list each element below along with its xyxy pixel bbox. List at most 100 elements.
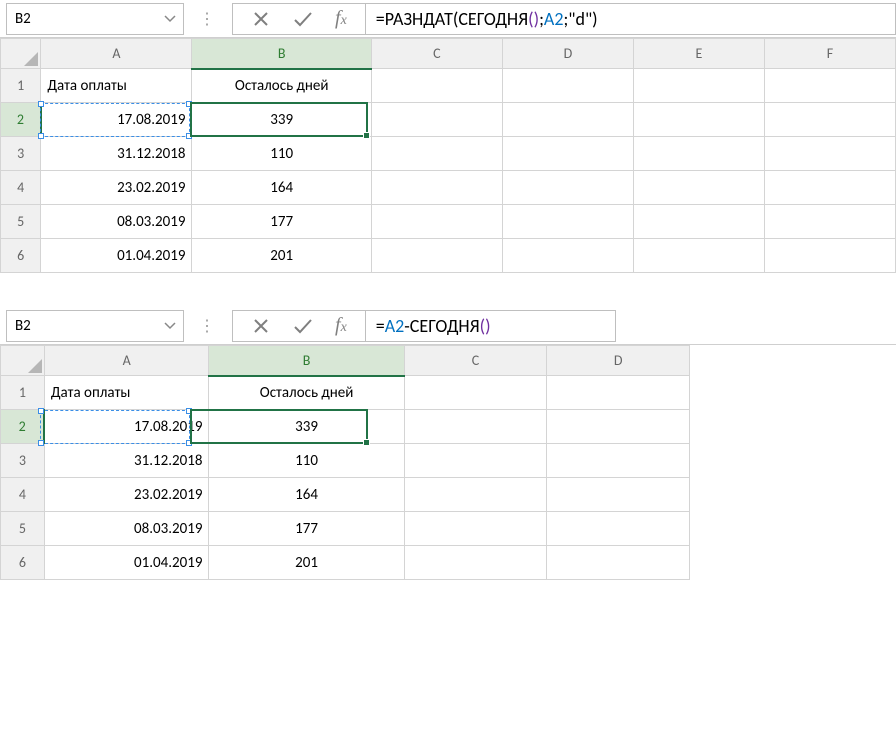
cell[interactable]: 23.02.2019 [44, 478, 209, 512]
col-header-a[interactable]: A [44, 346, 209, 376]
row-header[interactable]: 5 [1, 512, 45, 546]
cell[interactable] [547, 478, 690, 512]
cell[interactable] [404, 444, 547, 478]
cell[interactable]: Дата оплаты [41, 69, 192, 103]
name-box[interactable]: B2 [6, 310, 184, 342]
cell[interactable] [371, 239, 502, 273]
row-header[interactable]: 1 [1, 376, 45, 410]
cell[interactable] [502, 69, 633, 103]
cell[interactable]: 339 [192, 103, 371, 137]
name-box-dropdown-icon[interactable] [161, 317, 179, 335]
cell[interactable] [404, 376, 547, 410]
enter-icon[interactable] [293, 9, 313, 29]
cell[interactable]: 08.03.2019 [41, 205, 192, 239]
cell[interactable] [764, 205, 895, 239]
col-header-b[interactable]: B [209, 346, 404, 376]
col-header-e[interactable]: E [633, 39, 764, 69]
cell[interactable] [404, 512, 547, 546]
cell[interactable]: 17.08.2019 [41, 103, 192, 137]
col-header-b[interactable]: B [192, 39, 371, 69]
cell[interactable] [633, 69, 764, 103]
formula-input[interactable]: =РАЗНДАТ(СЕГОДНЯ();A2;"d") [366, 3, 896, 35]
spreadsheet-block-1: B2 ⋮ fx =РАЗНДАТ(СЕГОДНЯ();A2;"d") [0, 0, 896, 273]
cell[interactable] [502, 205, 633, 239]
cell[interactable]: 31.12.2018 [44, 444, 209, 478]
name-box[interactable]: B2 [6, 3, 184, 35]
cell[interactable]: 08.03.2019 [44, 512, 209, 546]
col-header-c[interactable]: C [404, 346, 547, 376]
cell[interactable]: 177 [209, 512, 404, 546]
cancel-icon[interactable] [251, 316, 271, 336]
table-row: 6 01.04.2019 201 [1, 239, 896, 273]
cell[interactable] [371, 103, 502, 137]
cell[interactable]: 339 [209, 410, 404, 444]
cell[interactable] [764, 239, 895, 273]
cell[interactable]: 201 [209, 546, 404, 580]
cell[interactable]: 201 [192, 239, 371, 273]
row-header[interactable]: 6 [1, 239, 41, 273]
name-box-dropdown-icon[interactable] [161, 10, 179, 28]
insert-function-icon[interactable]: fx [335, 7, 347, 30]
row-header[interactable]: 6 [1, 546, 45, 580]
cell[interactable] [502, 171, 633, 205]
cell[interactable] [404, 410, 547, 444]
cell[interactable] [633, 239, 764, 273]
cell[interactable]: 110 [192, 137, 371, 171]
cell[interactable]: 17.08.2019 [44, 410, 209, 444]
cell[interactable] [371, 171, 502, 205]
cell[interactable]: Осталось дней [192, 69, 371, 103]
cell[interactable]: 01.04.2019 [44, 546, 209, 580]
cell[interactable] [764, 137, 895, 171]
row-header[interactable]: 2 [1, 410, 45, 444]
cell[interactable]: Осталось дней [209, 376, 404, 410]
row-header[interactable]: 4 [1, 478, 45, 512]
cell[interactable] [764, 69, 895, 103]
cell[interactable]: 01.04.2019 [41, 239, 192, 273]
cell[interactable] [633, 103, 764, 137]
col-header-d[interactable]: D [547, 346, 690, 376]
cell[interactable] [547, 410, 690, 444]
select-all-corner[interactable] [1, 346, 45, 376]
cell[interactable] [547, 512, 690, 546]
col-header-d[interactable]: D [502, 39, 633, 69]
spreadsheet-grid[interactable]: A B C D E F 1 Дата оплаты Осталось дней [0, 38, 896, 273]
formula-input[interactable]: =A2-СЕГОДНЯ() [366, 310, 616, 342]
cell[interactable] [547, 376, 690, 410]
cell[interactable]: 23.02.2019 [41, 171, 192, 205]
col-header-c[interactable]: C [371, 39, 502, 69]
cell[interactable] [502, 239, 633, 273]
cell[interactable] [764, 103, 895, 137]
spreadsheet-grid[interactable]: A B C D 1 Дата оплаты Осталось дней 2 17… [0, 345, 690, 580]
cell[interactable] [502, 137, 633, 171]
cell[interactable] [371, 69, 502, 103]
row-header[interactable]: 4 [1, 171, 41, 205]
col-header-a[interactable]: A [41, 39, 192, 69]
select-all-corner[interactable] [1, 39, 41, 69]
cell[interactable]: 164 [192, 171, 371, 205]
cell[interactable] [371, 137, 502, 171]
cell[interactable] [404, 478, 547, 512]
cell[interactable]: 164 [209, 478, 404, 512]
cell[interactable]: 110 [209, 444, 404, 478]
cell[interactable] [633, 137, 764, 171]
cell[interactable] [633, 205, 764, 239]
row-header[interactable]: 3 [1, 444, 45, 478]
cell[interactable] [547, 546, 690, 580]
cell[interactable] [371, 205, 502, 239]
cancel-icon[interactable] [251, 9, 271, 29]
row-header[interactable]: 5 [1, 205, 41, 239]
cell[interactable] [764, 171, 895, 205]
cell[interactable]: Дата оплаты [44, 376, 209, 410]
cell[interactable] [502, 103, 633, 137]
col-header-f[interactable]: F [764, 39, 895, 69]
enter-icon[interactable] [293, 316, 313, 336]
cell[interactable] [547, 444, 690, 478]
row-header[interactable]: 3 [1, 137, 41, 171]
cell[interactable] [633, 171, 764, 205]
row-header[interactable]: 1 [1, 69, 41, 103]
cell[interactable]: 31.12.2018 [41, 137, 192, 171]
cell[interactable] [404, 546, 547, 580]
cell[interactable]: 177 [192, 205, 371, 239]
row-header[interactable]: 2 [1, 103, 41, 137]
insert-function-icon[interactable]: fx [335, 314, 347, 337]
